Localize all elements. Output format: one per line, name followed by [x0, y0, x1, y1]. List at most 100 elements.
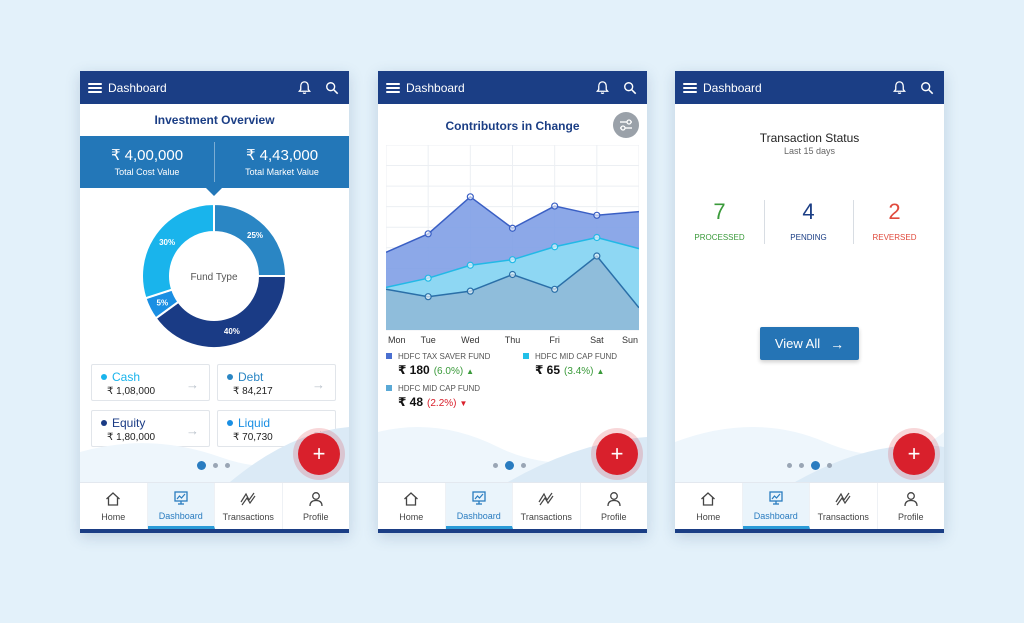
screen-transaction-status: Dashboard Transaction Status Last 15 day… [675, 71, 944, 533]
legend-item: HDFC TAX SAVER FUND ₹ 180 (6.0%) ▲ [386, 352, 490, 377]
profile-icon [309, 492, 323, 507]
view-all-button[interactable]: View All → [760, 327, 859, 360]
x-tick-label: Fri [549, 335, 560, 345]
section-title: Transaction Status [759, 131, 860, 145]
x-tick-label: Wed [461, 335, 479, 345]
nav-transactions[interactable]: Transactions [513, 483, 581, 529]
nav-label: Transactions [817, 512, 869, 522]
dashboard-icon [769, 490, 783, 505]
dashboard-icon [174, 490, 188, 505]
total-market: ₹ 4,43,000 Total Market Value [215, 136, 349, 188]
fund-card-name: Debt [238, 370, 264, 384]
nav-home[interactable]: Home [675, 483, 743, 529]
page-dot[interactable] [811, 461, 820, 470]
menu-icon[interactable] [683, 82, 697, 93]
page-dot[interactable] [493, 463, 498, 468]
legend-swatch [386, 385, 392, 391]
page-dot[interactable] [505, 461, 514, 470]
fund-type-donut: 25% 40% 5% 30% Fund Type [141, 202, 288, 349]
section-title: Investment Overview [154, 113, 275, 127]
stat-reversed[interactable]: 2 REVERSED [850, 199, 939, 242]
data-point [551, 202, 559, 210]
legend-fund: HDFC MID CAP FUND [535, 352, 618, 361]
nav-transactions[interactable]: Transactions [215, 483, 283, 529]
nav-dashboard[interactable]: Dashboard [742, 483, 810, 529]
down-arrow-icon: ▼ [459, 399, 468, 408]
legend-change: (2.2%) [427, 398, 457, 409]
bell-icon[interactable] [890, 79, 908, 97]
bell-icon[interactable] [593, 79, 611, 97]
page-dot[interactable] [787, 463, 792, 468]
add-fab-button[interactable]: + [298, 433, 340, 475]
nav-transactions[interactable]: Transactions [810, 483, 878, 529]
legend-item: HDFC MID CAP FUND ₹ 65 (3.4%) ▲ [523, 352, 617, 377]
page-title: Dashboard [406, 80, 465, 95]
dashboard-icon [472, 490, 486, 505]
nav-label: Transactions [520, 512, 572, 522]
nav-dashboard[interactable]: Dashboard [445, 483, 513, 529]
sliders-icon [620, 119, 632, 131]
contributors-area-chart: Mon Tue Wed Thu Fri Sat Sun [386, 145, 639, 345]
add-fab-button[interactable]: + [596, 433, 638, 475]
fund-card-debt[interactable]: Debt ₹ 84,217 → [217, 364, 336, 401]
stat-pending[interactable]: 4 PENDING [764, 199, 853, 242]
search-icon[interactable] [918, 79, 936, 97]
filter-button[interactable] [613, 112, 639, 138]
fund-card-cash[interactable]: Cash ₹ 1,08,000 → [91, 364, 210, 401]
x-tick-label: Thu [505, 335, 521, 345]
data-point [508, 270, 517, 279]
profile-icon [607, 492, 621, 507]
home-icon [701, 492, 716, 506]
data-point [508, 224, 517, 232]
home-icon [404, 492, 419, 506]
nav-home[interactable]: Home [378, 483, 446, 529]
donut-slice-label: 40% [224, 327, 240, 336]
cash-dot-icon [101, 374, 107, 380]
total-market-label: Total Market Value [245, 167, 319, 177]
legend-swatch [523, 353, 529, 359]
page-dot[interactable] [197, 461, 206, 470]
page-indicator[interactable] [197, 461, 230, 470]
menu-icon[interactable] [386, 82, 400, 93]
donut-slice-debt [213, 202, 288, 277]
profile-icon [904, 492, 918, 507]
add-fab-button[interactable]: + [893, 433, 935, 475]
page-dot[interactable] [213, 463, 218, 468]
data-point [593, 233, 601, 242]
legend-item: HDFC MID CAP FUND ₹ 48 (2.2%) ▼ [386, 384, 480, 409]
top-bar: Dashboard [378, 71, 647, 104]
page-dot[interactable] [225, 463, 230, 468]
search-icon[interactable] [323, 79, 341, 97]
bell-icon[interactable] [295, 79, 313, 97]
data-point [593, 252, 601, 260]
legend-fund: HDFC TAX SAVER FUND [398, 352, 491, 361]
nav-profile[interactable]: Profile [283, 483, 350, 529]
legend-swatch [386, 353, 392, 359]
nav-label: Profile [302, 512, 329, 522]
page-title: Dashboard [108, 80, 167, 95]
nav-label: Transactions [222, 512, 274, 522]
stat-label: REVERSED [872, 233, 917, 242]
top-bar: Dashboard [80, 71, 349, 104]
stat-processed[interactable]: 7 PROCESSED [675, 199, 764, 242]
page-dot[interactable] [827, 463, 832, 468]
page-dot[interactable] [521, 463, 526, 468]
nav-home[interactable]: Home [80, 483, 148, 529]
menu-icon[interactable] [88, 82, 102, 93]
nav-label: Profile [897, 512, 924, 522]
search-icon[interactable] [621, 79, 639, 97]
x-tick-label: Sun [622, 335, 638, 345]
data-point [593, 211, 601, 219]
page-dot[interactable] [799, 463, 804, 468]
page-indicator[interactable] [493, 461, 526, 470]
nav-label: Home [399, 512, 424, 522]
fund-card-name: Cash [112, 370, 141, 384]
nav-label: Dashboard [753, 510, 798, 521]
screen-investment-overview: Dashboard Investment Overview ₹ 4,00,000… [80, 71, 349, 533]
nav-dashboard[interactable]: Dashboard [147, 483, 215, 529]
data-point [551, 285, 559, 293]
page-indicator[interactable] [787, 461, 832, 470]
nav-profile[interactable]: Profile [878, 483, 945, 529]
legend-change: (3.4%) [564, 366, 594, 377]
nav-profile[interactable]: Profile [581, 483, 648, 529]
